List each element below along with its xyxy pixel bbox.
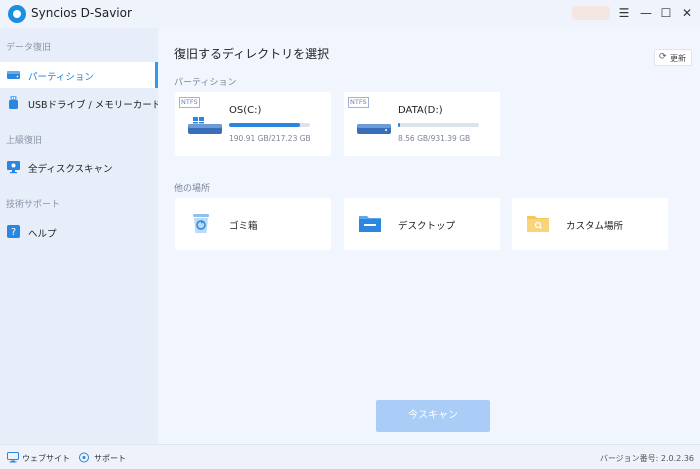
section-advanced-recovery: 上級復旧 bbox=[6, 136, 43, 146]
app-title: Syncios D-Savior bbox=[31, 6, 132, 20]
website-link[interactable]: ウェブサイト bbox=[22, 453, 70, 464]
minimize-button[interactable]: — bbox=[638, 5, 654, 21]
svg-text:?: ? bbox=[11, 227, 16, 238]
footer: ウェブサイト サポート バージョン番号: 2.0.2.36 bbox=[0, 444, 700, 469]
app-logo-icon bbox=[8, 5, 26, 23]
location-card-custom[interactable]: カスタム場所 bbox=[512, 198, 668, 250]
windows-drive-icon bbox=[188, 117, 222, 134]
support-link[interactable]: サポート bbox=[94, 453, 126, 464]
sidebar-item-label: USBドライブ / メモリーカード bbox=[28, 100, 162, 111]
refresh-label: 更新 bbox=[670, 54, 686, 63]
refresh-button[interactable]: ⟳ 更新 bbox=[654, 49, 692, 66]
version-label: バージョン番号: 2.0.2.36 bbox=[599, 454, 694, 463]
main-panel: 復旧するディレクトリを選択 ⟳ 更新 パーティション NTFS OS(C:) 1… bbox=[158, 28, 700, 444]
location-name: カスタム場所 bbox=[566, 221, 624, 232]
drive-icon bbox=[7, 71, 20, 79]
sidebar-item-label: ヘルプ bbox=[28, 229, 57, 240]
hard-drive-icon bbox=[357, 124, 391, 134]
section-tech-support: 技術サポート bbox=[6, 200, 61, 210]
usb-icon bbox=[9, 96, 18, 109]
drive-usage-fill bbox=[229, 123, 301, 127]
maximize-button[interactable]: ☐ bbox=[658, 5, 674, 21]
location-name: デスクトップ bbox=[398, 221, 456, 232]
location-card-desktop[interactable]: デスクトップ bbox=[344, 198, 500, 250]
sidebar-item-label: 全ディスクスキャン bbox=[28, 164, 113, 175]
close-button[interactable]: ✕ bbox=[679, 5, 695, 21]
sidebar-item-label: パーティション bbox=[28, 72, 94, 83]
sidebar-item-usb[interactable]: USBドライブ / メモリーカード bbox=[0, 90, 162, 116]
drive-usage-fill bbox=[398, 123, 400, 127]
refresh-icon: ⟳ bbox=[659, 52, 667, 62]
drive-card-c[interactable]: NTFS OS(C:) 190.91 GB/217.23 GB bbox=[175, 92, 331, 156]
other-locations-label: 他の場所 bbox=[174, 184, 211, 194]
support-icon bbox=[79, 452, 89, 463]
section-data-recovery: データ復旧 bbox=[6, 43, 52, 53]
partitions-label: パーティション bbox=[174, 78, 237, 88]
filesystem-badge: NTFS bbox=[179, 97, 200, 108]
question-icon: ? bbox=[7, 225, 20, 238]
drive-size: 190.91 GB/217.23 GB bbox=[229, 134, 311, 143]
location-card-recycle-bin[interactable]: ゴミ箱 bbox=[175, 198, 331, 250]
title-bar: Syncios D-Savior ☰ — ☐ ✕ bbox=[0, 0, 700, 28]
location-name: ゴミ箱 bbox=[229, 221, 258, 232]
sidebar-item-full-scan[interactable]: 全ディスクスキャン bbox=[0, 154, 158, 180]
drive-name: OS(C:) bbox=[229, 105, 262, 116]
filesystem-badge: NTFS bbox=[348, 97, 369, 108]
drive-size: 8.56 GB/931.39 GB bbox=[398, 134, 471, 143]
website-icon bbox=[7, 452, 19, 463]
drive-name: DATA(D:) bbox=[398, 105, 443, 116]
scan-now-button[interactable]: 今スキャン bbox=[376, 400, 490, 432]
menu-icon[interactable]: ☰ bbox=[616, 5, 632, 21]
sidebar: データ復旧 パーティション USBドライブ / メモリーカード 上級復旧 全ディ… bbox=[0, 28, 162, 444]
drive-card-d[interactable]: NTFS DATA(D:) 8.56 GB/931.39 GB bbox=[344, 92, 500, 156]
custom-folder-icon bbox=[527, 216, 549, 232]
recycle-bin-icon bbox=[193, 214, 209, 233]
monitor-icon bbox=[7, 161, 20, 174]
desktop-folder-icon bbox=[359, 216, 381, 232]
page-title: 復旧するディレクトリを選択 bbox=[174, 47, 330, 61]
sidebar-item-partition[interactable]: パーティション bbox=[0, 62, 158, 88]
account-badge[interactable] bbox=[572, 6, 610, 20]
drive-usage-bar bbox=[229, 123, 310, 127]
drive-usage-bar bbox=[398, 123, 479, 127]
sidebar-item-help[interactable]: ? ヘルプ bbox=[0, 219, 158, 245]
